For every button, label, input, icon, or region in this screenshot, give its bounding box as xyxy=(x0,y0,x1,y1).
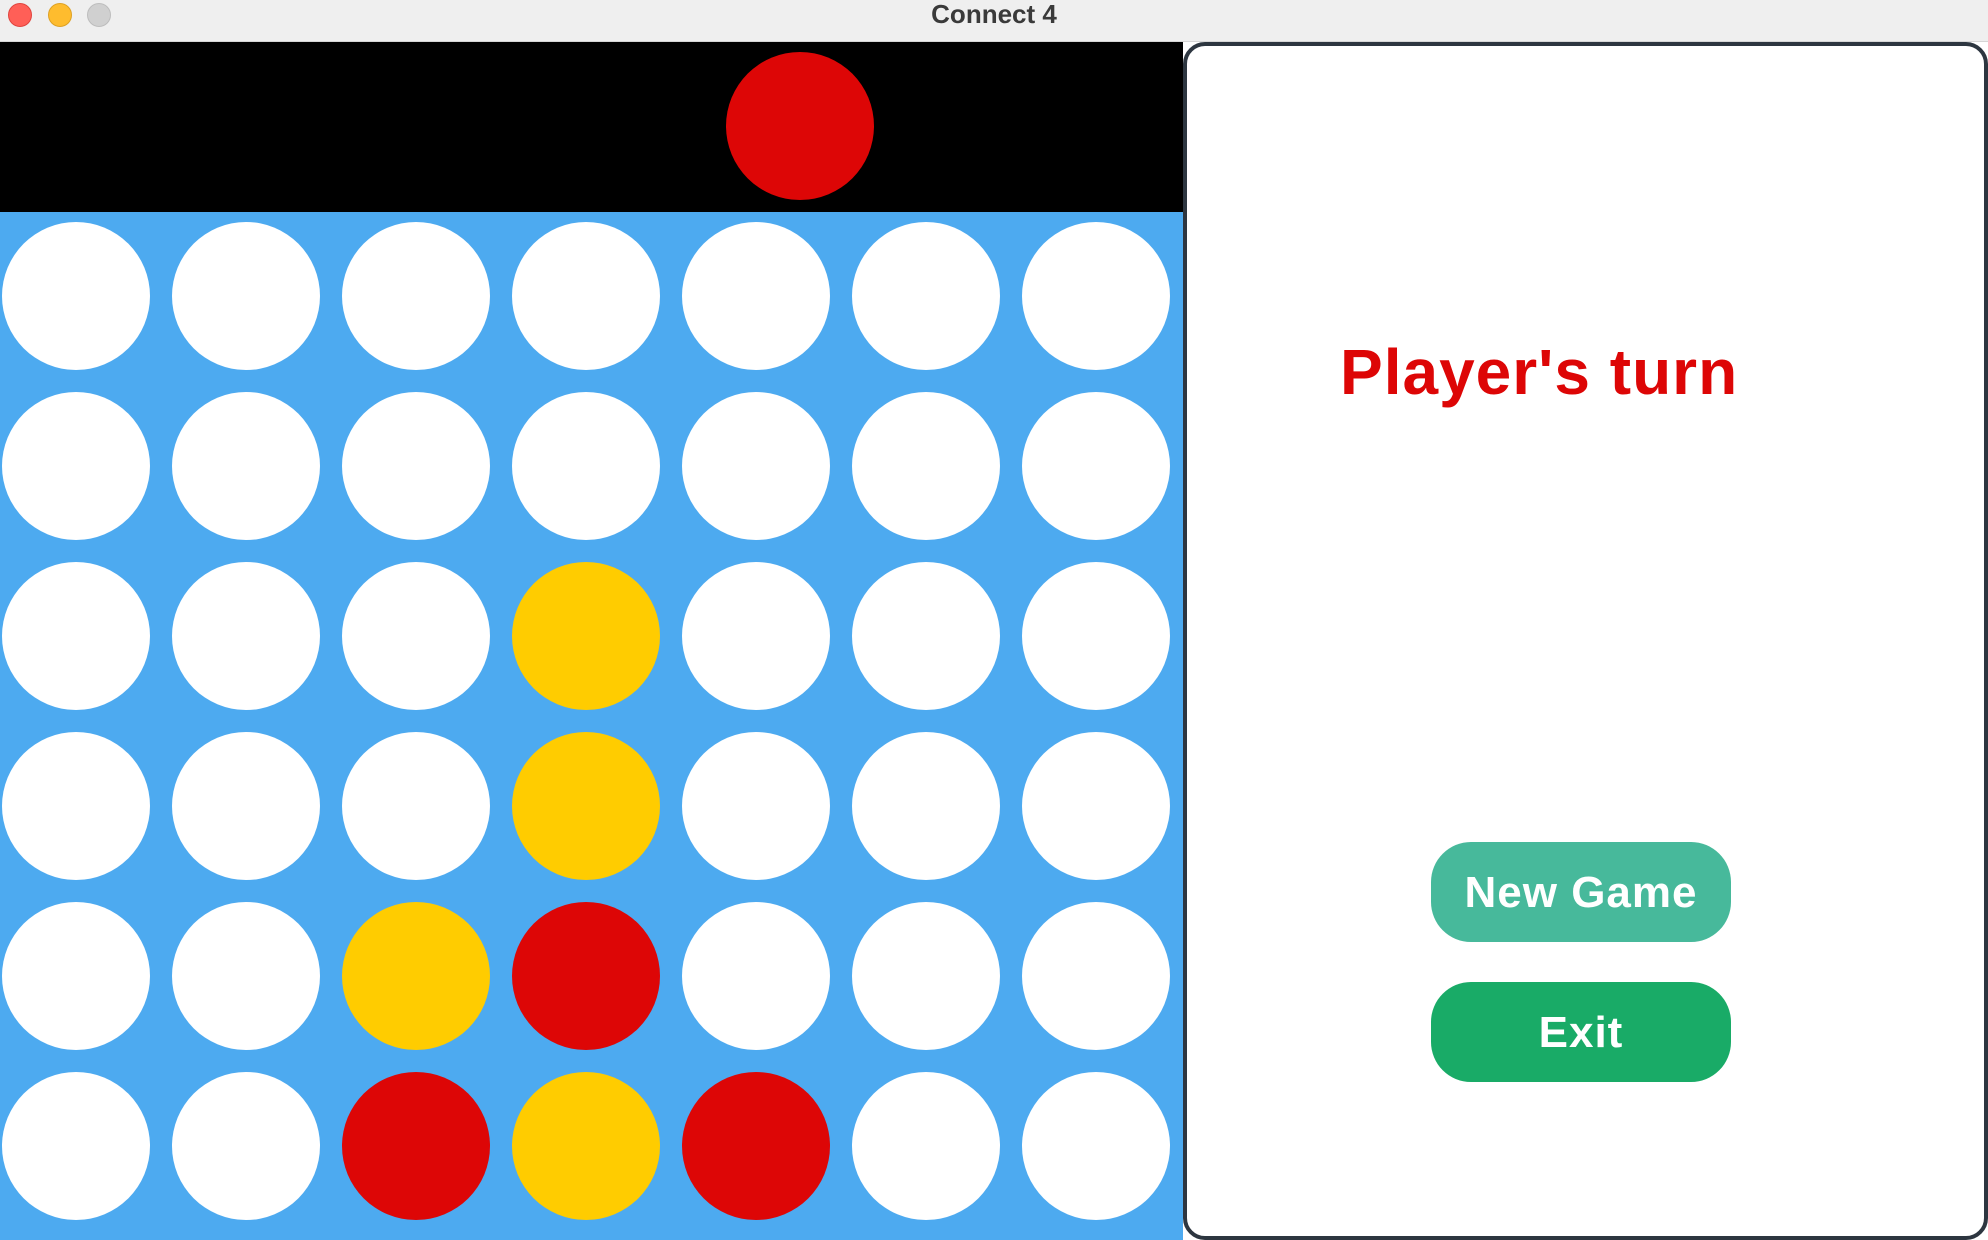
board-slot-empty[interactable] xyxy=(172,902,320,1050)
board-slot-yellow[interactable] xyxy=(512,732,660,880)
board-slot-yellow[interactable] xyxy=(512,1072,660,1220)
board-slot-empty[interactable] xyxy=(852,902,1000,1050)
board-slot-red[interactable] xyxy=(682,1072,830,1220)
window-title: Connect 4 xyxy=(931,0,1057,29)
game-window: Connect 4 Player's turn New Game Exit xyxy=(0,0,1988,1240)
board-slot-empty[interactable] xyxy=(172,222,320,370)
board-slot-empty[interactable] xyxy=(852,1072,1000,1220)
board-slot-empty[interactable] xyxy=(2,902,150,1050)
board-slot-empty[interactable] xyxy=(682,902,830,1050)
board-slot-empty[interactable] xyxy=(2,562,150,710)
board-slot-empty[interactable] xyxy=(1022,732,1170,880)
board-slot-empty[interactable] xyxy=(342,392,490,540)
board-slot-empty[interactable] xyxy=(512,392,660,540)
board-slot-empty[interactable] xyxy=(172,562,320,710)
board-slot-red[interactable] xyxy=(342,1072,490,1220)
board-slot-empty[interactable] xyxy=(342,732,490,880)
board-slot-empty[interactable] xyxy=(1022,222,1170,370)
turn-indicator: Player's turn xyxy=(1340,336,1739,408)
board-slot-empty[interactable] xyxy=(1022,562,1170,710)
board-slot-empty[interactable] xyxy=(172,392,320,540)
board-slot-empty[interactable] xyxy=(172,1072,320,1220)
board-slot-yellow[interactable] xyxy=(512,562,660,710)
board-slot-empty[interactable] xyxy=(852,222,1000,370)
drop-zone[interactable] xyxy=(0,42,1183,212)
board-slot-empty[interactable] xyxy=(512,222,660,370)
board-slot-empty[interactable] xyxy=(1022,1072,1170,1220)
game-board[interactable] xyxy=(0,212,1183,1240)
board-slot-empty[interactable] xyxy=(1022,902,1170,1050)
title-bar[interactable]: Connect 4 xyxy=(0,0,1988,42)
board-slot-empty[interactable] xyxy=(2,732,150,880)
board-slot-empty[interactable] xyxy=(682,222,830,370)
board-slot-empty[interactable] xyxy=(342,562,490,710)
board-slot-empty[interactable] xyxy=(682,732,830,880)
exit-button[interactable]: Exit xyxy=(1431,982,1731,1082)
board-slot-red[interactable] xyxy=(512,902,660,1050)
board-slot-empty[interactable] xyxy=(1022,392,1170,540)
hover-piece-red[interactable] xyxy=(726,52,874,200)
board-slot-empty[interactable] xyxy=(2,1072,150,1220)
board-slot-empty[interactable] xyxy=(852,732,1000,880)
new-game-button[interactable]: New Game xyxy=(1431,842,1731,942)
board-slot-empty[interactable] xyxy=(852,562,1000,710)
board-slot-empty[interactable] xyxy=(2,392,150,540)
board-slot-empty[interactable] xyxy=(682,562,830,710)
board-slot-yellow[interactable] xyxy=(342,902,490,1050)
board-slot-empty[interactable] xyxy=(852,392,1000,540)
board-slot-empty[interactable] xyxy=(342,222,490,370)
board-slot-empty[interactable] xyxy=(682,392,830,540)
board-slot-empty[interactable] xyxy=(2,222,150,370)
board-slot-empty[interactable] xyxy=(172,732,320,880)
